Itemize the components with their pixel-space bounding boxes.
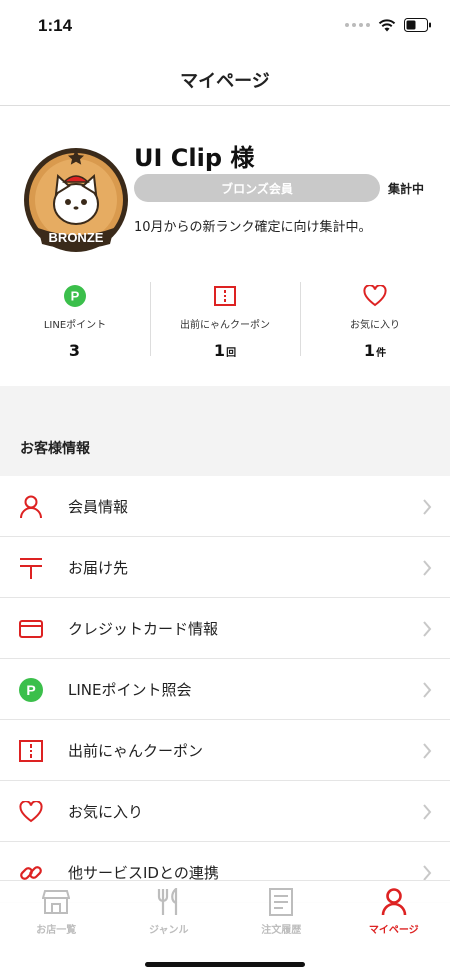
menu-label: 会員情報 [68,497,129,516]
menu-item-favorites[interactable]: お気に入り [0,781,450,842]
tab-label: ジャンル [149,925,189,936]
rank-status: 集計中 [388,182,425,196]
menu-item-delivery-address[interactable]: お届け先 [0,537,450,598]
menu-item-line-points[interactable]: P LINEポイント照会 [0,659,450,720]
tab-bar: お店一覧 ジャンル 注文履歴 マイページ [0,880,450,974]
coupon-icon [18,738,44,764]
tab-label: 注文履歴 [261,925,302,936]
postal-mark-icon [18,555,44,581]
bronze-rank-badge: BRONZE [24,148,128,252]
menu-label: 出前にゃんクーポン [68,741,204,760]
stat-value: 1回 [213,341,237,360]
menu-item-member-info[interactable]: 会員情報 [0,476,450,537]
chevron-right-icon [423,743,432,759]
credit-card-icon [18,616,44,642]
receipt-icon [267,888,295,916]
section-title: お客様情報 [20,441,90,457]
tab-store-list[interactable]: お店一覧 [0,881,113,945]
menu-label: クレジットカード情報 [68,619,219,638]
rank-label: ブロンズ会員 [221,181,293,196]
coupon-icon [213,284,237,308]
profile-section: BRONZE UI Clip 様 ブロンズ会員 集計中 10月からの新ランク確定… [0,106,450,276]
rank-bar: ブロンズ会員 [134,174,380,202]
line-point-icon: P [63,284,87,308]
heart-icon [363,284,387,308]
chevron-right-icon [423,682,432,698]
nav-header: マイページ [0,54,450,106]
home-indicator [145,962,305,967]
stat-label: LINEポイント [43,320,107,331]
tab-genre[interactable]: ジャンル [113,881,226,945]
stat-value: 3 [68,341,81,360]
svg-text:P: P [26,682,35,698]
customer-info-menu: 会員情報 お届け先 クレジットカード情報 P LINEポイント照会 出前にゃんク… [0,476,450,903]
menu-label: LINEポイント照会 [68,680,192,699]
store-icon [42,888,71,916]
chevron-right-icon [423,621,432,637]
status-icons [345,18,432,32]
svg-text:P: P [71,289,80,304]
status-bar: 1:14 [0,0,450,54]
stat-favorites[interactable]: お気に入り 1件 [300,276,450,386]
badge-text: BRONZE [49,230,104,245]
tab-label: マイページ [368,925,419,936]
signal-dots-icon [345,23,370,27]
menu-item-credit-card[interactable]: クレジットカード情報 [0,598,450,659]
battery-icon [404,18,431,32]
section-header: お客様情報 [0,386,450,476]
stat-label: 出前にゃんクーポン [180,320,270,331]
line-point-icon: P [18,677,44,703]
chevron-right-icon [423,499,432,515]
stats-row: P LINEポイント 3 出前にゃんクーポン 1回 お気に入り 1件 [0,276,450,386]
status-time: 1:14 [38,16,73,35]
menu-label: お届け先 [68,558,129,577]
menu-label: お気に入り [68,802,144,821]
stat-coupons[interactable]: 出前にゃんクーポン 1回 [150,276,300,386]
chevron-right-icon [423,560,432,576]
tab-order-history[interactable]: 注文履歴 [225,881,338,945]
stat-value: 1件 [363,341,387,360]
fork-knife-icon [155,888,183,916]
heart-icon [18,799,44,825]
tab-label: お店一覧 [36,925,77,936]
chevron-right-icon [423,804,432,820]
stat-line-points[interactable]: P LINEポイント 3 [0,276,150,386]
stat-label: お気に入り [350,320,400,331]
menu-item-coupons[interactable]: 出前にゃんクーポン [0,720,450,781]
user-icon [18,494,44,520]
rank-note: 10月からの新ランク確定に向け集計中。 [134,220,372,235]
user-name: UI Clip 様 [134,144,255,172]
wifi-icon [378,18,396,31]
user-icon [380,888,408,916]
tab-my-page[interactable]: マイページ [338,881,450,945]
page-title: マイページ [180,70,270,92]
